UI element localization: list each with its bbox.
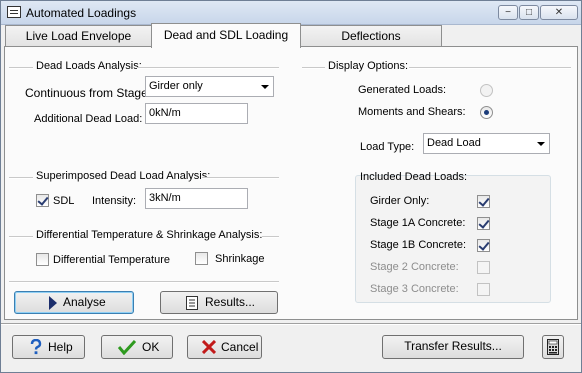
differential-temperature-label: Differential Temperature	[53, 254, 170, 266]
help-button[interactable]: Help	[12, 335, 85, 359]
maximize-button[interactable]: □	[519, 5, 539, 20]
stage-1a-concrete-label: Stage 1A Concrete:	[370, 217, 466, 229]
tab-label: Deflections	[341, 29, 401, 43]
minimize-button[interactable]: −	[498, 5, 518, 20]
display-options-group-title: Display Options:	[328, 60, 409, 72]
tab-label: Live Load Envelope	[25, 29, 132, 43]
dead-loads-group-title: Dead Loads Analysis:	[36, 60, 142, 72]
combo-value: Girder only	[149, 80, 203, 92]
transfer-results-button[interactable]: Transfer Results...	[382, 335, 524, 359]
group-divider	[202, 177, 279, 178]
window-title: Automated Loadings	[26, 6, 137, 20]
play-arrow-icon	[49, 296, 57, 310]
x-mark-icon	[202, 340, 216, 354]
group-divider	[9, 67, 33, 68]
load-type-label: Load Type:	[360, 141, 415, 153]
group-divider	[9, 281, 279, 282]
tab-live-load-envelope[interactable]: Live Load Envelope	[5, 25, 152, 46]
close-icon: ✕	[554, 7, 564, 18]
combo-value: Dead Load	[427, 137, 481, 149]
document-icon	[186, 296, 198, 310]
girder-only-label: Girder Only:	[370, 195, 430, 207]
generated-loads-radio[interactable]	[480, 84, 493, 97]
girder-only-checkbox[interactable]	[477, 195, 490, 208]
cancel-button[interactable]: Cancel	[187, 335, 262, 359]
calculator-icon	[547, 339, 559, 355]
stage-1b-concrete-checkbox[interactable]	[477, 239, 490, 252]
sdl-intensity-input[interactable]: 3kN/m	[145, 188, 248, 209]
title-bar[interactable]: Automated Loadings − □ ✕	[1, 1, 581, 25]
help-button-label: Help	[48, 340, 73, 354]
tab-panel: Dead Loads Analysis: Continuous from Sta…	[4, 46, 578, 320]
group-divider	[9, 177, 33, 178]
tab-dead-and-sdl-loading[interactable]: Dead and SDL Loading	[151, 23, 301, 48]
moments-and-shears-label: Moments and Shears:	[358, 106, 466, 118]
question-mark-icon	[30, 339, 42, 355]
group-divider	[409, 67, 571, 68]
continuous-from-stage-combo[interactable]: Girder only	[145, 76, 274, 97]
sdl-checkbox[interactable]	[36, 194, 49, 207]
moments-and-shears-radio[interactable]	[480, 106, 493, 119]
generated-loads-label: Generated Loads:	[358, 84, 447, 96]
sdl-group-title: Superimposed Dead Load Analysis:	[36, 170, 211, 182]
tab-deflections[interactable]: Deflections	[300, 25, 442, 46]
cancel-button-label: Cancel	[221, 340, 259, 354]
calculator-button[interactable]	[542, 335, 564, 359]
chevron-down-icon	[537, 142, 545, 146]
sdl-checkbox-label: SDL	[53, 195, 75, 207]
group-divider	[262, 236, 279, 237]
close-button[interactable]: ✕	[540, 5, 578, 20]
results-button-label: Results...	[205, 295, 256, 309]
stage-1b-concrete-label: Stage 1B Concrete:	[370, 239, 467, 251]
check-mark-icon	[118, 339, 136, 355]
group-divider	[137, 67, 279, 68]
load-type-combo[interactable]: Dead Load	[423, 133, 550, 154]
maximize-icon: □	[525, 7, 533, 18]
additional-dead-load-input[interactable]: 0kN/m	[145, 103, 248, 124]
included-dead-loads-title: Included Dead Loads:	[360, 171, 468, 183]
stage-2-concrete-label: Stage 2 Concrete:	[370, 261, 459, 273]
shrinkage-checkbox[interactable]	[195, 252, 208, 265]
analyse-button[interactable]: Analyse	[14, 291, 134, 314]
stage-3-concrete-label: Stage 3 Concrete:	[370, 283, 459, 295]
stage-2-concrete-checkbox[interactable]	[477, 261, 490, 274]
stage-3-concrete-checkbox[interactable]	[477, 283, 490, 296]
group-divider	[302, 67, 325, 68]
chevron-down-icon	[261, 85, 269, 89]
shrinkage-label: Shrinkage	[215, 253, 265, 265]
intensity-label: Intensity:	[92, 195, 137, 207]
app-icon	[7, 6, 21, 18]
differential-temperature-checkbox[interactable]	[36, 253, 49, 266]
tab-label: Dead and SDL Loading	[163, 28, 289, 42]
dialog-window: Automated Loadings − □ ✕ Live Load Envel…	[0, 0, 582, 373]
footer-separator	[1, 323, 581, 324]
additional-dead-load-label: Additional Dead Load:	[34, 113, 143, 125]
continuous-from-stage-label: Continuous from Stage:	[25, 86, 152, 100]
ok-button-label: OK	[142, 340, 160, 354]
transfer-results-button-label: Transfer Results...	[404, 339, 502, 353]
group-divider	[9, 236, 33, 237]
stage-1a-concrete-checkbox[interactable]	[477, 217, 490, 230]
analyse-button-label: Analyse	[63, 295, 106, 309]
results-button[interactable]: Results...	[160, 291, 278, 314]
ok-button[interactable]: OK	[101, 335, 173, 359]
minimize-icon: −	[505, 7, 511, 18]
diff-temp-group-title: Differential Temperature & Shrinkage Ana…	[36, 229, 263, 241]
